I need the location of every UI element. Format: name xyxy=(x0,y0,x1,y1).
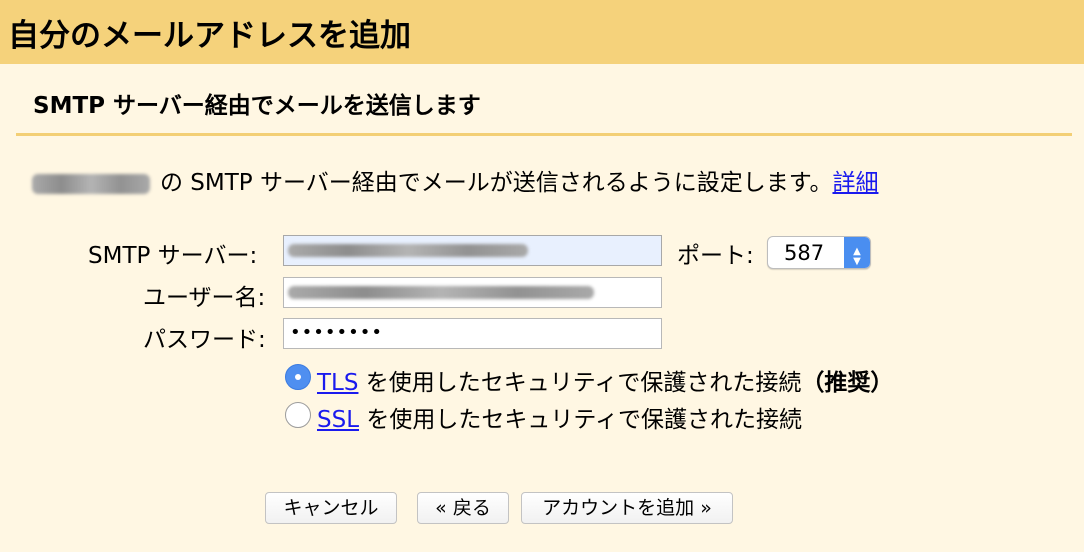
tls-option-text: を使用したセキュリティで保護された接続 xyxy=(365,370,802,396)
tls-link[interactable]: TLS xyxy=(317,370,358,396)
cancel-button[interactable]: キャンセル xyxy=(265,492,397,524)
smtp-server-input[interactable] xyxy=(283,235,662,266)
title-bar: 自分のメールアドレスを追加 xyxy=(0,0,1084,64)
redacted-email xyxy=(32,173,150,194)
port-label: ポート: xyxy=(677,243,754,269)
port-select[interactable]: 587 ▲ ▼ xyxy=(767,236,871,269)
chevron-up-down-icon: ▲ ▼ xyxy=(844,237,870,268)
ssl-option-text: を使用したセキュリティで保護された接続 xyxy=(366,407,802,433)
section-subtitle: SMTP サーバー経由でメールを送信します xyxy=(33,93,481,119)
redacted-smtp-server xyxy=(288,244,528,257)
description-line: の SMTP サーバー経由でメールが送信されるように設定します。詳細 xyxy=(32,163,878,197)
page-title: 自分のメールアドレスを追加 xyxy=(8,18,411,54)
username-label: ユーザー名: xyxy=(143,285,266,311)
port-value: 587 xyxy=(784,241,825,265)
redacted-username xyxy=(288,286,594,299)
tls-radio[interactable] xyxy=(285,364,311,390)
ssl-radio[interactable] xyxy=(285,402,311,428)
username-input[interactable] xyxy=(283,277,662,308)
smtp-server-label: SMTP サーバー: xyxy=(88,243,258,269)
ssl-option: SSL を使用したセキュリティで保護された接続 xyxy=(317,400,802,434)
password-mask: •••••••• xyxy=(290,322,383,343)
tls-option: TLS を使用したセキュリティで保護された接続（推奨） xyxy=(317,363,893,397)
add-account-button[interactable]: アカウントを追加 » xyxy=(521,492,733,524)
section-divider xyxy=(16,133,1072,136)
password-input[interactable]: •••••••• xyxy=(283,318,662,349)
back-button[interactable]: « 戻る xyxy=(417,492,509,524)
description-text: の SMTP サーバー経由でメールが送信されるように設定します。 xyxy=(160,170,833,196)
tls-recommended: （推奨） xyxy=(801,370,894,396)
password-label: パスワード: xyxy=(143,327,266,353)
ssl-link[interactable]: SSL xyxy=(317,407,359,433)
details-link[interactable]: 詳細 xyxy=(832,170,878,196)
